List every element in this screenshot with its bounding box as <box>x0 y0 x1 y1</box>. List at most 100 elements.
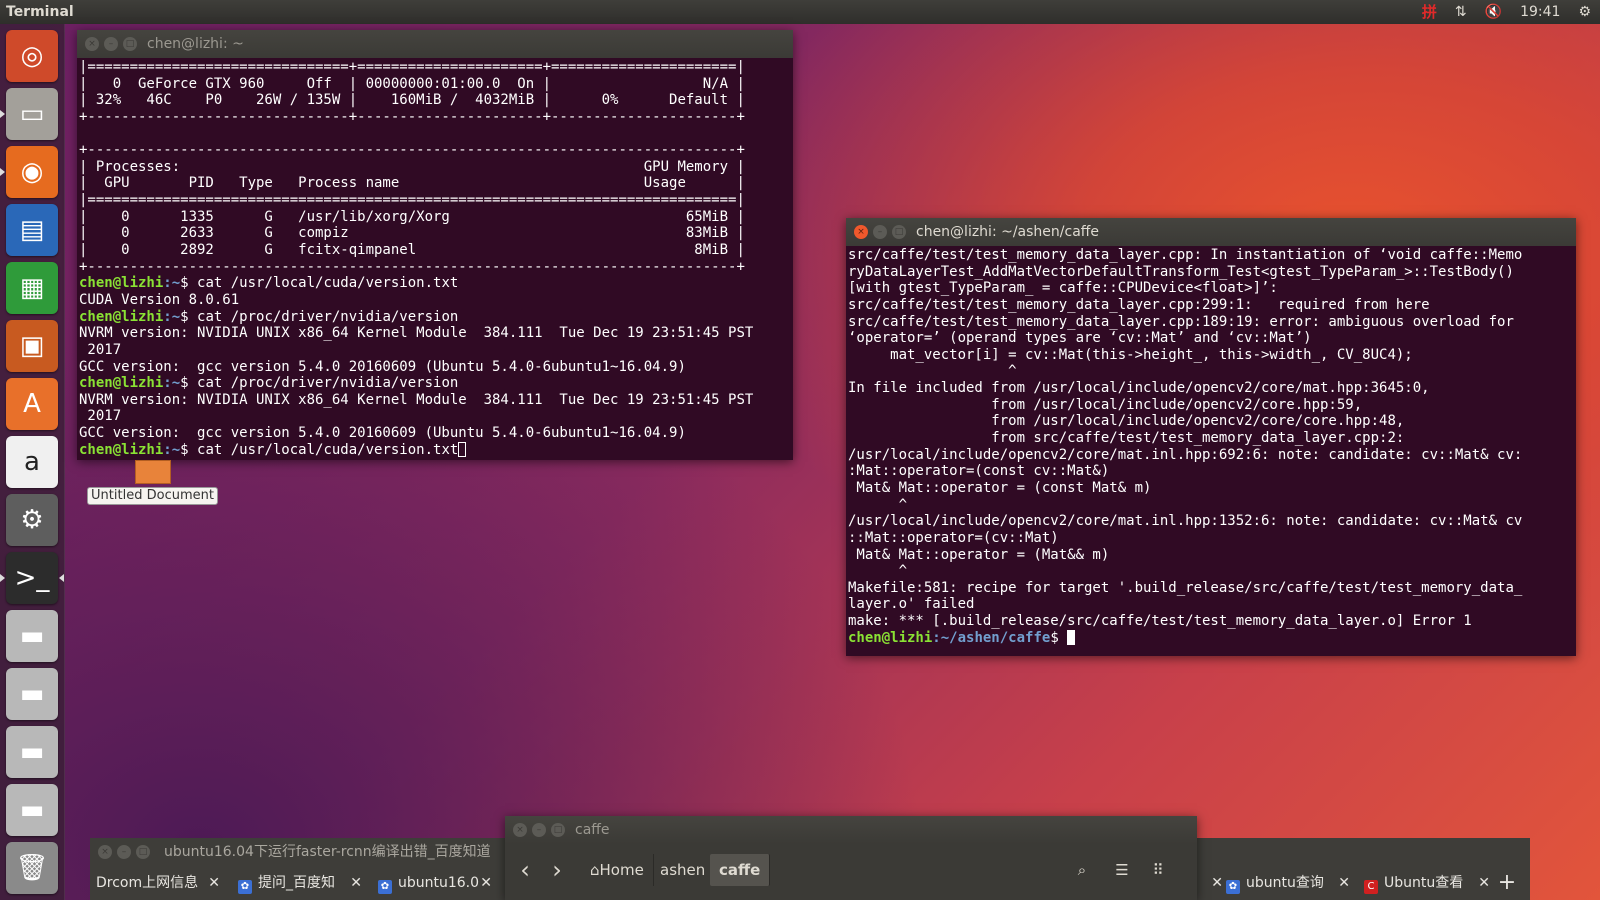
close-tab-icon[interactable]: ✕ <box>208 868 220 898</box>
titlebar[interactable]: × – □ chen@lizhi: ~ <box>77 30 793 58</box>
gear-icon[interactable]: ⚙ <box>1578 0 1591 24</box>
terminal-line: src/caffe/test/test_memory_data_layer.cp… <box>848 247 1523 263</box>
window-title: chen@lizhi: ~/ashen/caffe <box>916 224 1100 240</box>
terminal-line: src/caffe/test/test_memory_data_layer.cp… <box>848 313 1514 330</box>
files-icon[interactable]: ▭ <box>6 88 58 140</box>
input-method-indicator[interactable]: 拼 <box>1422 0 1437 24</box>
maximize-icon[interactable]: □ <box>892 225 906 239</box>
terminal-line: Mat& Mat::operator = (const Mat& m) <box>848 479 1152 496</box>
forward-button[interactable]: › <box>543 854 571 886</box>
prompt-symbol: $ <box>180 375 198 392</box>
tab-label: Ubuntu查看 <box>1384 875 1464 891</box>
drive-icon[interactable]: ▬ <box>6 668 58 720</box>
terminal-prompt-line: chen@lizhi:~/ashen/caffe$ <box>848 629 1574 647</box>
focused-app-indicator <box>59 574 64 582</box>
file-manager-window[interactable]: × – □ caffe ‹ › ⌂Home ashen caffe ⌕ ☰ ⠿ <box>505 816 1197 900</box>
search-icon[interactable]: ⌕ <box>1065 854 1099 886</box>
libreoffice-impress-icon[interactable]: ▣ <box>6 320 58 372</box>
prompt-path: :~ <box>163 441 181 458</box>
terminal-window-caffe[interactable]: × – □ chen@lizhi: ~/ashen/caffe src/caff… <box>846 218 1576 656</box>
software-center-icon[interactable]: A <box>6 378 58 430</box>
terminal-line: GCC version: gcc version 5.4.0 20160609 … <box>79 358 686 375</box>
close-icon[interactable]: × <box>513 823 527 837</box>
close-tab-icon[interactable]: ✕ <box>1338 868 1350 898</box>
titlebar[interactable]: × – □ caffe <box>505 816 1197 844</box>
terminal-prompt-line: chen@lizhi:~$ cat /usr/local/cuda/versio… <box>79 275 791 292</box>
browser-tab[interactable]: ✿ ubuntu查询 ✕ <box>1220 868 1356 898</box>
baidu-paw-icon: ✿ <box>238 880 252 894</box>
text-cursor <box>458 441 467 457</box>
terminal-line: 2017 <box>79 341 122 358</box>
window-title: caffe <box>575 822 610 838</box>
command-text: cat /proc/driver/nvidia/version <box>197 308 459 325</box>
minimize-icon[interactable]: – <box>532 823 546 837</box>
browser-tab[interactable]: ✿ ubuntu16.0 ✕ <box>372 868 498 898</box>
amazon-icon[interactable]: a <box>6 436 58 488</box>
browser-tab[interactable]: Drcom上网信息 ✕ <box>90 868 226 898</box>
browser-tab[interactable]: ✿ 提问_百度知 ✕ <box>232 868 368 898</box>
drive-icon[interactable]: ▬ <box>6 726 58 778</box>
terminal-window-home[interactable]: × – □ chen@lizhi: ~ |===================… <box>77 30 793 460</box>
breadcrumb-home[interactable]: ⌂Home <box>581 854 654 886</box>
grid-view-icon[interactable]: ⠿ <box>1141 854 1175 886</box>
terminal-line: In file included from /usr/local/include… <box>848 380 1430 397</box>
back-button[interactable]: ‹ <box>511 854 539 886</box>
running-app-indicator <box>0 168 5 176</box>
terminal-output[interactable]: |===============================+=======… <box>77 58 793 460</box>
libreoffice-writer-icon[interactable]: ▤ <box>6 204 58 256</box>
terminal-line: GCC version: gcc version 5.4.0 20160609 … <box>79 425 686 442</box>
minimize-icon[interactable]: – <box>104 37 118 51</box>
close-tab-icon[interactable]: ✕ <box>480 868 492 898</box>
terminal-icon[interactable]: >_ <box>6 552 58 604</box>
terminal-line: +---------------------------------------… <box>79 142 745 159</box>
volume-muted-icon[interactable]: 🔇 <box>1485 0 1502 24</box>
maximize-icon[interactable]: □ <box>136 845 150 859</box>
trash-icon[interactable]: 🗑 <box>6 842 58 894</box>
tab-label: ubuntu查询 <box>1246 875 1324 891</box>
new-tab-button[interactable]: + <box>1492 868 1522 898</box>
desktop-file-untitled-document[interactable]: Untitled Document <box>85 460 220 505</box>
terminal-line: | Processes: GPU Memory | <box>79 158 745 175</box>
list-view-icon[interactable]: ☰ <box>1105 854 1139 886</box>
clock[interactable]: 19:41 <box>1520 0 1560 24</box>
close-icon[interactable]: × <box>98 845 112 859</box>
file-manager-toolbar: ‹ › ⌂Home ashen caffe ⌕ ☰ ⠿ <box>505 844 1197 900</box>
home-icon: ⌂ <box>590 861 600 879</box>
titlebar[interactable]: × – □ chen@lizhi: ~/ashen/caffe <box>846 218 1576 246</box>
terminal-line: NVRM version: NVIDIA UNIX x86_64 Kernel … <box>79 325 754 342</box>
drive-icon[interactable]: ▬ <box>6 784 58 836</box>
terminal-line: make: *** [.build_release/src/caffe/test… <box>848 613 1472 630</box>
terminal-line: +---------------------------------------… <box>79 258 745 275</box>
close-tab-icon[interactable]: ✕ <box>350 868 362 898</box>
network-updown-icon[interactable]: ⇅ <box>1455 0 1467 24</box>
tab-label: ubuntu16.0 <box>398 875 480 891</box>
prompt-user: chen@lizhi <box>79 275 164 292</box>
breadcrumb-ashen[interactable]: ashen <box>651 854 716 886</box>
maximize-icon[interactable]: □ <box>551 823 565 837</box>
terminal-line: ryDataLayerTest_AddMatVectorDefaultTrans… <box>848 263 1514 280</box>
maximize-icon[interactable]: □ <box>123 37 137 51</box>
minimize-icon[interactable]: – <box>117 845 131 859</box>
terminal-line: /usr/local/include/opencv2/core/mat.inl.… <box>848 513 1523 530</box>
prompt-user: chen@lizhi <box>79 375 164 392</box>
firefox-icon[interactable]: ◉ <box>6 146 58 198</box>
terminal-line: ‘operator=’ (operand types are ‘cv::Mat’… <box>848 330 1312 347</box>
libreoffice-calc-icon[interactable]: ▦ <box>6 262 58 314</box>
terminal-line: | GPU PID Type Process name Usage | <box>79 175 745 192</box>
terminal-line: | 0 2633 G compiz 83MiB | <box>79 225 745 242</box>
terminal-output[interactable]: src/caffe/test/test_memory_data_layer.cp… <box>846 246 1576 656</box>
system-settings-icon[interactable]: ⚙ <box>6 494 58 546</box>
minimize-icon[interactable]: – <box>873 225 887 239</box>
close-icon[interactable]: × <box>85 37 99 51</box>
breadcrumb-caffe[interactable]: caffe <box>710 854 771 886</box>
prompt-symbol: $ <box>180 308 198 325</box>
close-tab-icon[interactable]: ✕ <box>1478 868 1490 898</box>
terminal-line: from src/caffe/test/test_memory_data_lay… <box>848 430 1405 447</box>
browser-tab[interactable]: C Ubuntu查看 ✕ <box>1358 868 1496 898</box>
ubuntu-dash-icon[interactable]: ◎ <box>6 30 58 82</box>
drive-icon[interactable]: ▬ <box>6 610 58 662</box>
close-icon[interactable]: × <box>854 225 868 239</box>
command-text: cat /usr/local/cuda/version.txt <box>197 275 459 292</box>
terminal-line: ^ <box>848 363 1017 380</box>
